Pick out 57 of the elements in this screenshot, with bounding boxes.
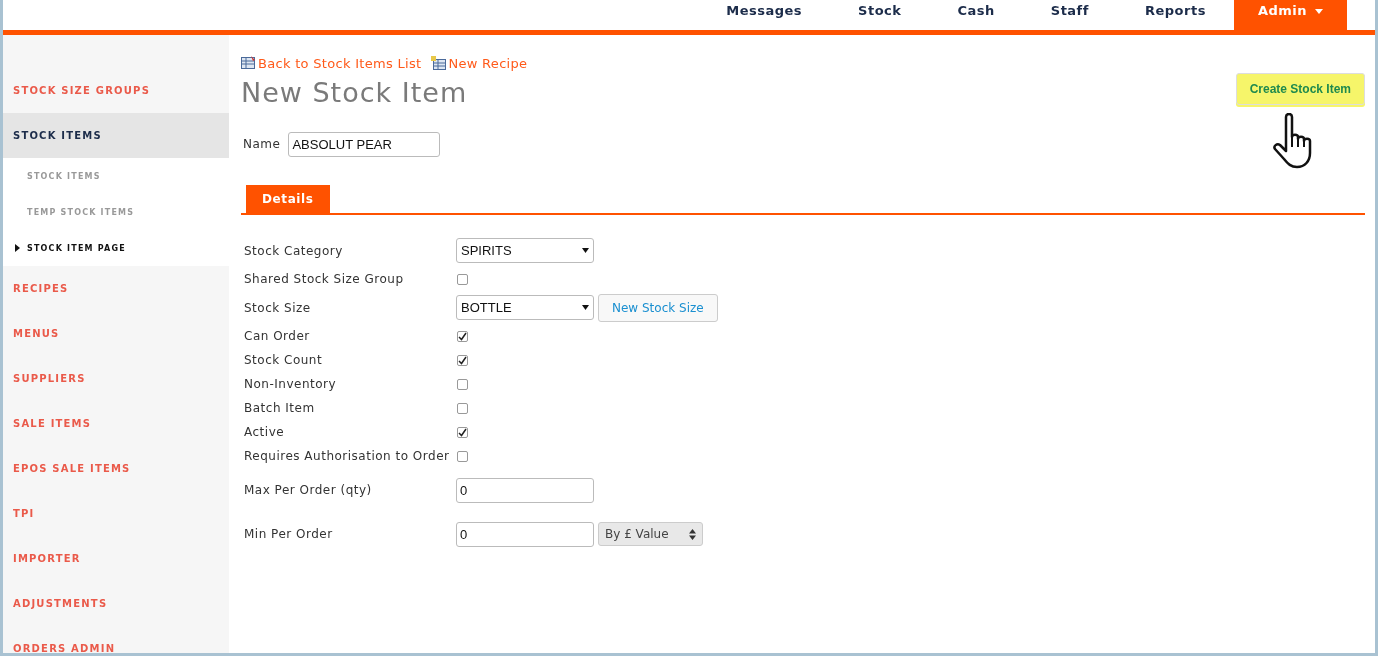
create-stock-item-button[interactable]: Create Stock Item [1235, 73, 1365, 105]
sidebar-item[interactable]: ORDERS ADMIN [3, 626, 229, 653]
checkbox[interactable] [457, 273, 468, 285]
name-label: Name [243, 137, 281, 151]
new-stock-size-button[interactable]: New Stock Size [598, 293, 718, 322]
sidebar-item[interactable]: STOCK SIZE GROUPS [3, 68, 229, 113]
sidebar-subitem[interactable]: STOCK ITEM PAGE [27, 243, 126, 253]
sidebar-item[interactable]: RECIPES [3, 266, 229, 311]
input-field[interactable]: 0 [456, 521, 594, 547]
field-label: Min Per Order [244, 527, 334, 541]
table-icon [431, 56, 447, 70]
field-label: Max Per Order (qty) [244, 483, 373, 497]
checkbox[interactable] [457, 354, 468, 366]
field-label: Active [244, 425, 286, 439]
nav-tab[interactable]: Cash [929, 0, 1023, 30]
sidebar-subitem[interactable]: STOCK ITEMS [15, 171, 101, 181]
field-label: Can Order [244, 329, 311, 343]
new-recipe-link[interactable]: New Recipe [448, 55, 528, 71]
caret-icon [582, 248, 589, 253]
details-tab[interactable]: Details [246, 185, 330, 213]
input-field[interactable]: 0 [456, 477, 594, 503]
dropdown[interactable]: SPIRITS [456, 238, 594, 263]
dropdown[interactable]: BOTTLE [456, 295, 594, 320]
list-icon [241, 56, 256, 70]
checkbox[interactable] [457, 330, 468, 342]
up-down-arrows-icon [689, 528, 696, 540]
unit-dropdown[interactable]: By £ Value [598, 522, 703, 546]
sidebar-item[interactable]: MENUS [3, 311, 229, 356]
field-label: Non-Inventory [244, 377, 338, 391]
checkbox[interactable] [457, 426, 468, 438]
field-label: Batch Item [244, 401, 316, 415]
checkbox[interactable] [457, 378, 468, 390]
field-label: Stock Category [244, 243, 344, 258]
field-label: Requires Authorisation to Order [244, 449, 451, 463]
field-label: Shared Stock Size Group [244, 272, 405, 286]
back-link[interactable]: Back to Stock Items List [258, 55, 422, 71]
nav-tab[interactable]: Reports [1116, 0, 1234, 30]
triangle-icon [15, 244, 20, 252]
sidebar-subitem[interactable]: TEMP STOCK ITEMS [15, 207, 135, 217]
nav-tab[interactable]: Messages [698, 0, 831, 30]
sidebar-item[interactable]: EPOS SALE ITEMS [3, 446, 229, 491]
nav-tab[interactable]: Stock [830, 0, 930, 30]
sidebar-item[interactable]: SUPPLIERS [3, 356, 229, 401]
caret-icon [582, 305, 589, 310]
nav-tab[interactable]: Staff [1022, 0, 1117, 30]
checkbox[interactable] [457, 402, 468, 414]
sidebar-item[interactable]: SALE ITEMS [3, 401, 229, 446]
page-title: New Stock Item [241, 77, 468, 108]
field-label: Stock Count [244, 353, 324, 367]
field-label: Stock Size [244, 300, 312, 315]
sidebar-item[interactable]: STOCK ITEMS [3, 113, 229, 158]
checkbox[interactable] [457, 450, 468, 462]
name-input[interactable]: ABSOLUT PEAR [288, 131, 441, 157]
nav-tab[interactable]: Admin [1233, 0, 1347, 30]
sidebar-item[interactable]: IMPORTER [3, 536, 229, 581]
sidebar-item[interactable]: TPI [3, 491, 229, 536]
sidebar-item[interactable]: ADJUSTMENTS [3, 581, 229, 626]
